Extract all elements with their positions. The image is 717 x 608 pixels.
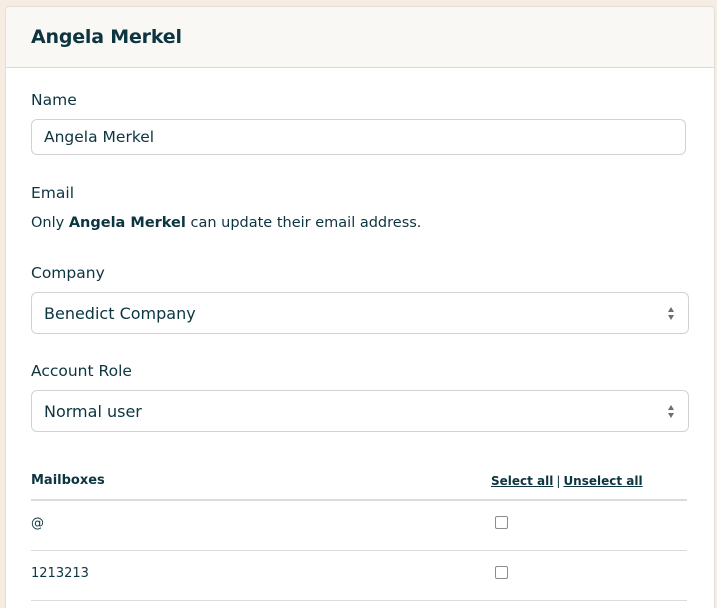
email-label: Email [31, 184, 75, 202]
mailbox-name: 1213213 [31, 566, 89, 581]
select-arrows-icon [668, 404, 674, 418]
company-label: Company [31, 264, 105, 282]
name-label: Name [31, 91, 77, 109]
table-row: @ [31, 501, 687, 551]
company-select-value: Benedict Company [44, 303, 196, 323]
actions-separator: | [556, 474, 561, 488]
account-role-select[interactable]: Normal user [31, 390, 689, 432]
mailboxes-header: Mailboxes [31, 473, 105, 488]
account-role-label: Account Role [31, 362, 132, 380]
mailboxes-table-header: Mailboxes Select all | Unselect all [31, 469, 687, 501]
account-role-select-value: Normal user [44, 401, 142, 421]
email-note-name: Angela Merkel [68, 215, 186, 231]
unselect-all-link[interactable]: Unselect all [563, 474, 642, 488]
table-row: 1213213 [31, 551, 687, 601]
page-title: Angela Merkel [31, 26, 182, 48]
select-arrows-icon [668, 306, 674, 320]
company-select[interactable]: Benedict Company [31, 292, 689, 334]
page: Angela Merkel Name Angela Merkel Email O… [0, 0, 717, 608]
mailbox-name: @ [31, 516, 44, 531]
name-input[interactable]: Angela Merkel [31, 119, 686, 155]
select-all-link[interactable]: Select all [491, 474, 553, 488]
email-note-prefix: Only [31, 215, 69, 231]
mailbox-checkbox[interactable] [495, 566, 508, 579]
email-note-suffix: can update their email address. [185, 215, 422, 231]
email-note: Only Angela Merkel can update their emai… [31, 215, 421, 231]
mailbox-bulk-actions: Select all | Unselect all [491, 474, 643, 488]
mailbox-checkbox[interactable] [495, 516, 508, 529]
user-edit-card: Angela Merkel Name Angela Merkel Email O… [5, 6, 715, 608]
card-header: Angela Merkel [6, 7, 714, 68]
